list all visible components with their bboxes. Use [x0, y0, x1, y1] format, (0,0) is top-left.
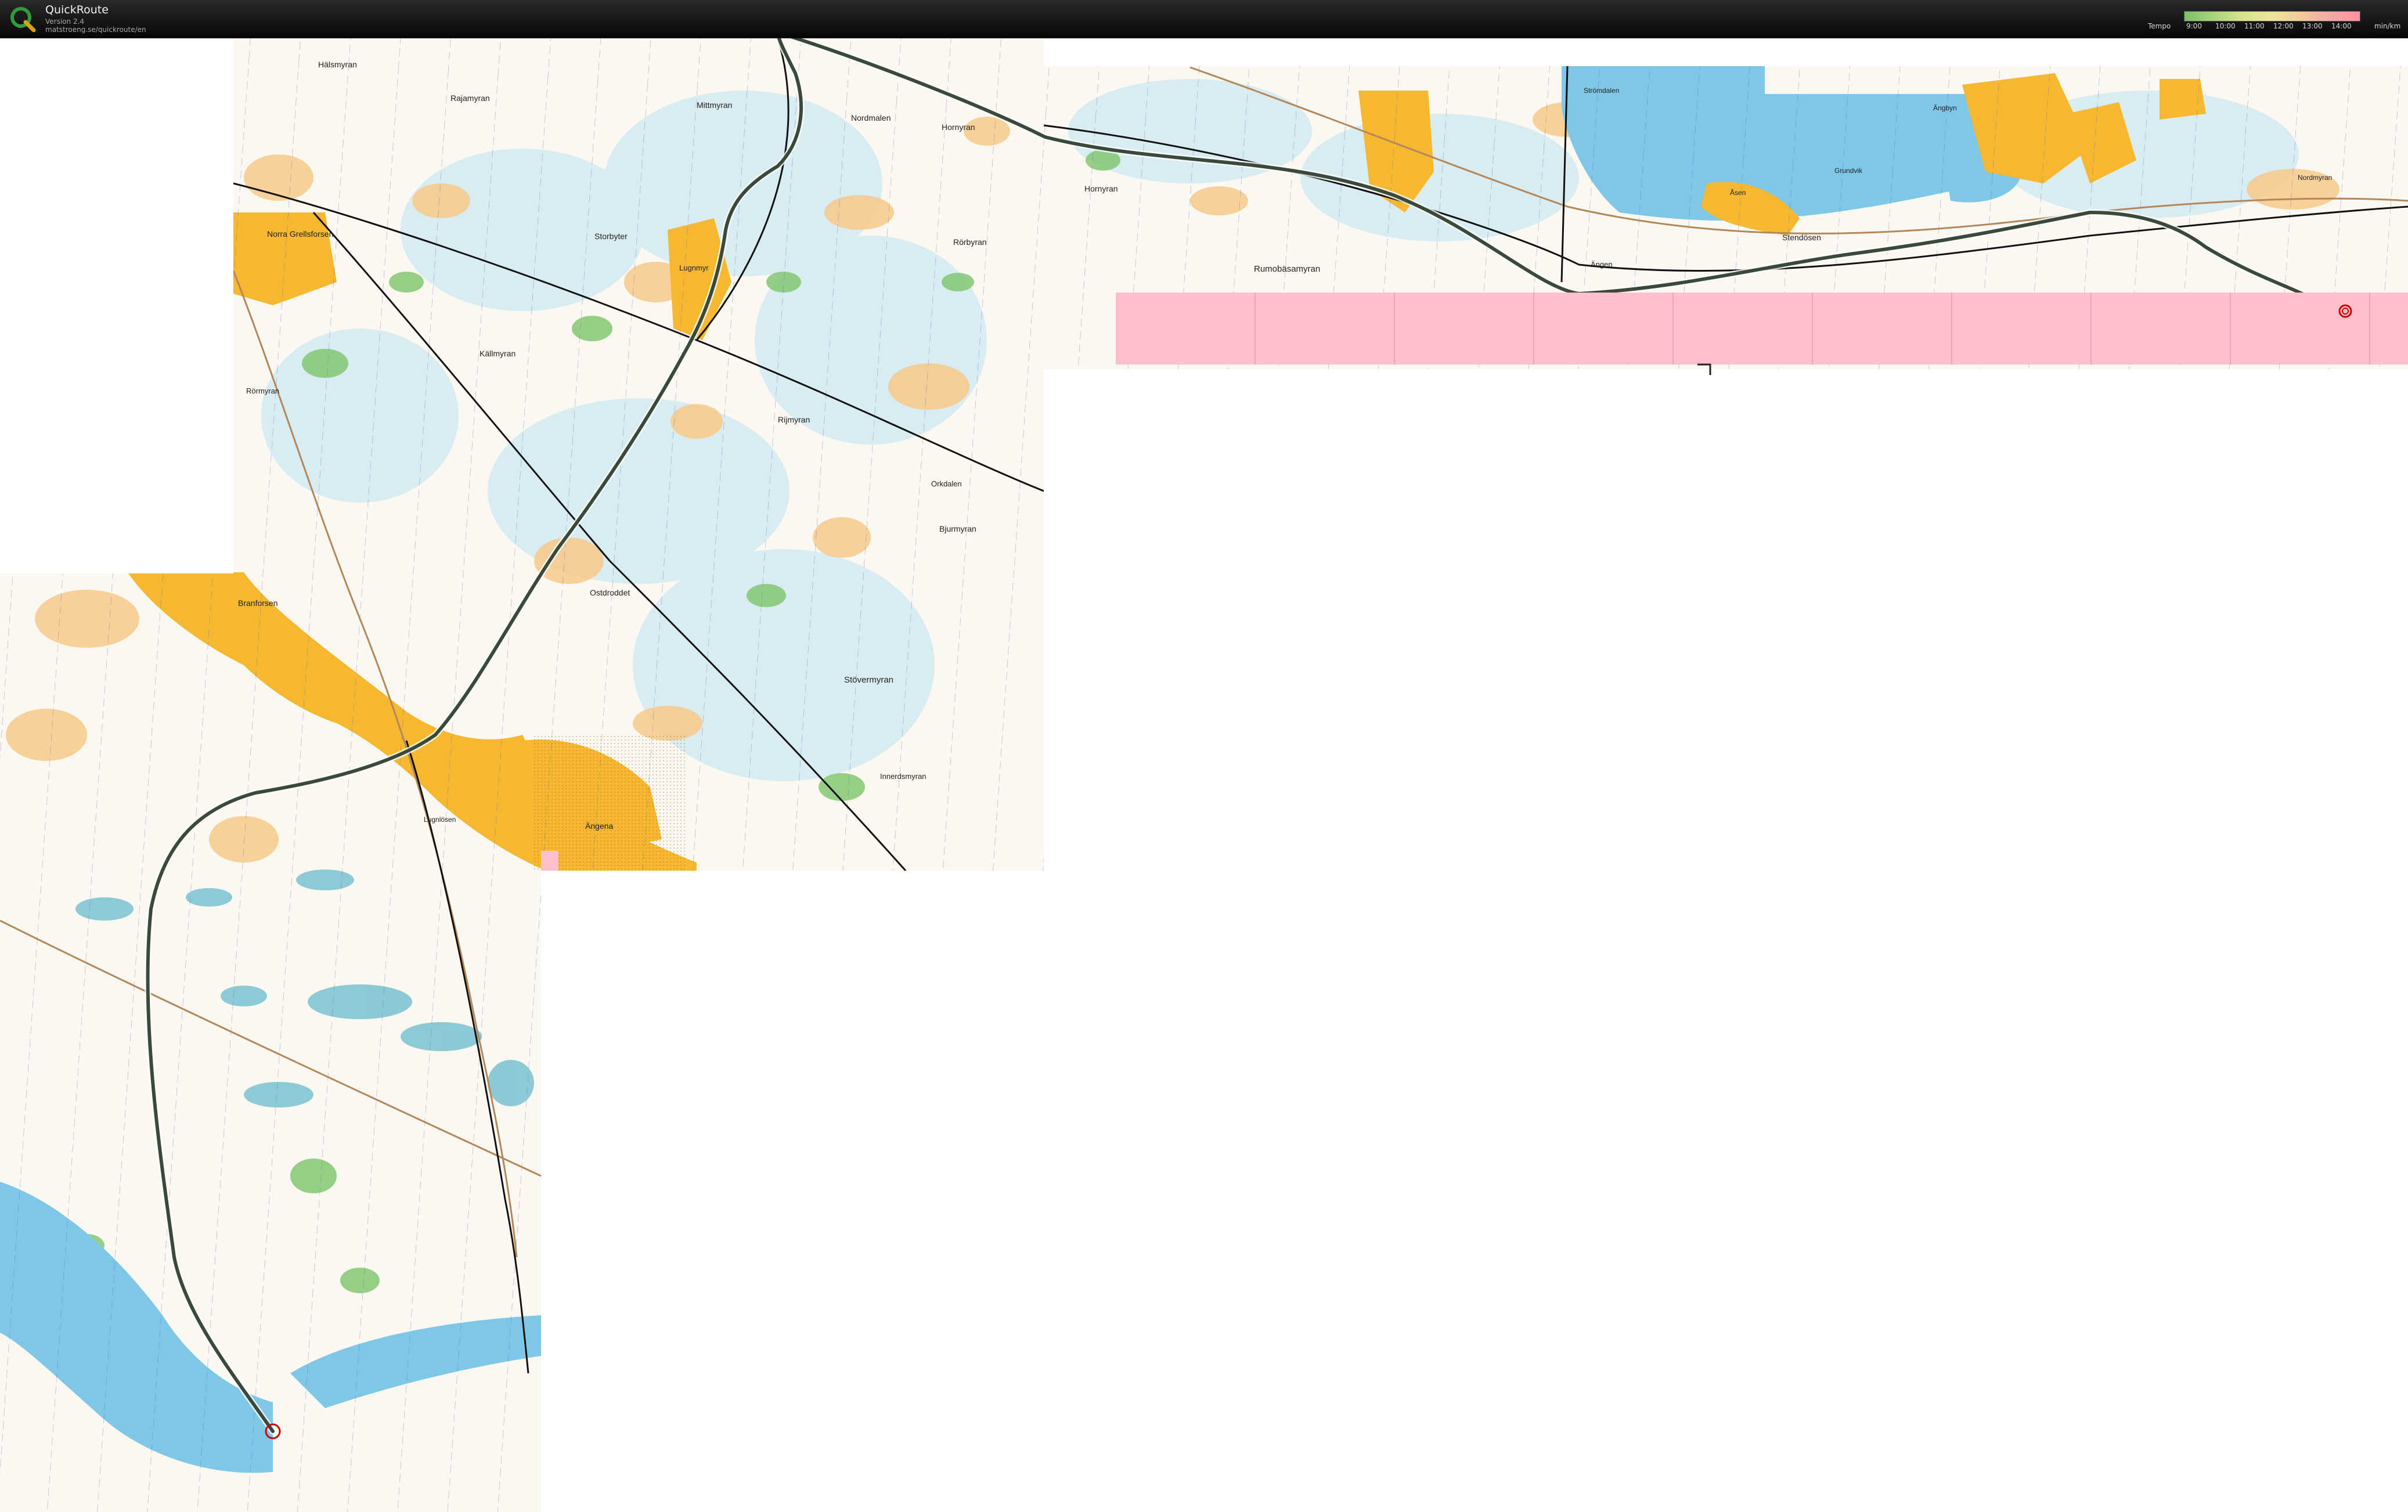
tempo-tick: 11:00	[2244, 22, 2265, 30]
app-version: Version 2.4	[45, 17, 85, 26]
tempo-legend-label: Tempo	[2148, 22, 2171, 30]
tempo-tick: 9:00	[2186, 22, 2202, 30]
place-name: Ängen	[1591, 260, 1613, 269]
place-name: Stövermyran	[844, 675, 893, 685]
place-name: Bjurmyran	[939, 524, 976, 533]
place-name: Ängbyn	[1933, 104, 1957, 112]
place-name: Ostdroddet	[590, 588, 630, 597]
app-title: QuickRoute	[45, 3, 109, 16]
place-name: Rörbyran	[953, 237, 987, 247]
north-lines	[0, 38, 2408, 1512]
tempo-tick: 10:00	[2215, 22, 2236, 30]
quickroute-logo-icon	[10, 7, 36, 33]
place-name: Norra Grellsforsen	[267, 229, 333, 239]
tempo-color-scale	[2184, 11, 2360, 21]
place-name: Orkdalen	[931, 479, 962, 488]
place-name: Storbyter	[594, 232, 628, 241]
place-name: Grundvik	[1834, 167, 1863, 175]
place-name: Lugnmyr	[679, 264, 709, 272]
place-name: Nordmalen	[851, 113, 891, 122]
place-name: Åsen	[1730, 188, 1746, 197]
tempo-tick: 14:00	[2331, 22, 2352, 30]
place-name: Källmyran	[480, 349, 516, 358]
tempo-unit: min/km	[2374, 22, 2401, 30]
place-name: Ängena	[585, 821, 613, 831]
place-name: Mittmyran	[697, 100, 732, 110]
place-name: Rijmyran	[778, 415, 810, 424]
place-name: Stendösen	[1782, 233, 1821, 242]
tempo-tick: 12:00	[2273, 22, 2294, 30]
place-name: Branforsen	[238, 598, 277, 608]
place-name: Hälsmyran	[318, 60, 357, 69]
tempo-tick-labels: 9:00 10:00 11:00 12:00 13:00 14:00	[2178, 22, 2370, 31]
orienteering-map[interactable]: Hälsmyran Rajamyran Mittmyran Nordmalen …	[0, 38, 2408, 1512]
tempo-tick: 13:00	[2302, 22, 2323, 30]
place-name: Nordmyran	[2298, 174, 2332, 182]
place-name: Rajamyran	[450, 93, 490, 103]
place-name: Hornyran	[942, 122, 975, 132]
place-name: Strömdalen	[1584, 86, 1619, 95]
place-name: Innerdsmyran	[880, 772, 926, 781]
app-url: matstroeng.se/quickroute/en	[45, 26, 146, 34]
place-name: Hornyran	[1084, 184, 1118, 193]
app-header: QuickRoute Version 2.4 matstroeng.se/qui…	[0, 0, 2408, 38]
place-name: Rumobäsamyran	[1254, 264, 1320, 274]
place-name: Lugnlösen	[424, 815, 456, 824]
place-name: Rörmyran	[246, 387, 279, 395]
